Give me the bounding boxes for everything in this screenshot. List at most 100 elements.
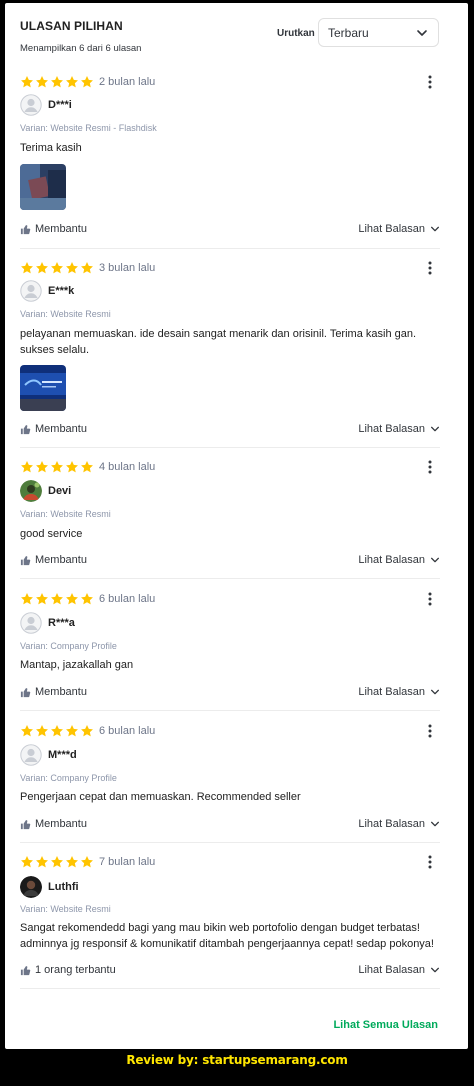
helpful-button[interactable]: Membantu	[20, 423, 87, 435]
review-text: Mantap, jazakallah gan	[20, 659, 134, 671]
helpful-label: Membantu	[35, 223, 87, 235]
more-options-icon[interactable]	[422, 591, 438, 607]
review-item: 2 bulan lalu D***i Varian: Website Resmi…	[20, 74, 440, 249]
see-all-reviews-link[interactable]: Lihat Semua Ulasan	[333, 1019, 438, 1031]
helpful-button[interactable]: Membantu	[20, 554, 87, 566]
see-replies-button[interactable]: Lihat Balasan	[358, 964, 440, 976]
review-text: pelayanan memuaskan. ide desain sangat m…	[20, 327, 435, 358]
star-icon	[35, 855, 49, 869]
star-icon	[35, 75, 49, 89]
review-panel: ULASAN PILIHAN Menampilkan 6 dari 6 ulas…	[5, 3, 468, 1049]
star-icon	[50, 855, 64, 869]
rating-row: 6 bulan lalu	[20, 723, 155, 739]
star-icon	[20, 592, 34, 606]
reviewer-name: Luthfi	[48, 881, 79, 893]
star-icon	[80, 460, 94, 474]
reviewer-name: D***i	[48, 99, 72, 111]
divider	[20, 988, 440, 989]
reviewer: M***d	[20, 744, 77, 766]
see-replies-label: Lihat Balasan	[358, 423, 425, 435]
reviewer: R***a	[20, 612, 75, 634]
review-text: Terima kasih	[20, 142, 82, 154]
see-replies-button[interactable]: Lihat Balasan	[358, 818, 440, 830]
review-text: Sangat rekomendedd bagi yang mau bikin w…	[20, 921, 435, 952]
thumbs-up-icon	[20, 965, 31, 976]
more-options-icon[interactable]	[422, 260, 438, 276]
star-icon	[80, 75, 94, 89]
see-replies-button[interactable]: Lihat Balasan	[358, 223, 440, 235]
star-icon	[50, 261, 64, 275]
divider	[20, 578, 440, 579]
thumbs-up-icon	[20, 555, 31, 566]
star-rating	[20, 261, 94, 275]
review-time: 6 bulan lalu	[99, 593, 156, 605]
more-options-icon[interactable]	[422, 723, 438, 739]
helpful-button[interactable]: Membantu	[20, 223, 87, 235]
review-item: 4 bulan lalu Devi Varian: Website Resmi …	[20, 459, 440, 579]
see-replies-button[interactable]: Lihat Balasan	[358, 423, 440, 435]
avatar	[20, 480, 42, 502]
star-icon	[20, 855, 34, 869]
star-icon	[20, 261, 34, 275]
more-options-icon[interactable]	[422, 74, 438, 90]
see-replies-button[interactable]: Lihat Balasan	[358, 554, 440, 566]
review-time: 4 bulan lalu	[99, 461, 156, 473]
see-replies-label: Lihat Balasan	[358, 818, 425, 830]
variant-text: Varian: Company Profile	[20, 641, 117, 651]
chevron-down-icon	[430, 424, 440, 434]
star-icon	[50, 592, 64, 606]
helpful-button[interactable]: Membantu	[20, 686, 87, 698]
variant-text: Varian: Website Resmi	[20, 509, 111, 519]
star-rating	[20, 592, 94, 606]
reviewer: D***i	[20, 94, 72, 116]
review-item: 6 bulan lalu R***a Varian: Company Profi…	[20, 591, 440, 711]
review-time: 2 bulan lalu	[99, 76, 156, 88]
star-icon	[50, 460, 64, 474]
star-rating	[20, 855, 94, 869]
sort-dropdown[interactable]: Terbaru	[318, 18, 439, 47]
chevron-down-icon	[430, 555, 440, 565]
review-item: 6 bulan lalu M***d Varian: Company Profi…	[20, 723, 440, 843]
thumbs-up-icon	[20, 687, 31, 698]
avatar-placeholder-icon	[20, 612, 42, 634]
review-header: ULASAN PILIHAN Menampilkan 6 dari 6 ulas…	[20, 17, 440, 59]
more-options-icon[interactable]	[422, 459, 438, 475]
helpful-button[interactable]: 1 orang terbantu	[20, 964, 116, 976]
review-photo[interactable]	[20, 365, 66, 411]
review-item: 7 bulan lalu Luthfi Varian: Website Resm…	[20, 854, 440, 989]
helpful-label: Membantu	[35, 554, 87, 566]
star-icon	[35, 261, 49, 275]
variant-text: Varian: Website Resmi	[20, 309, 111, 319]
see-replies-label: Lihat Balasan	[358, 223, 425, 235]
reviewer-name: M***d	[48, 749, 77, 761]
reviewer-name: R***a	[48, 617, 75, 629]
star-rating	[20, 724, 94, 738]
star-icon	[50, 724, 64, 738]
review-text-line: sukses selalu.	[20, 343, 90, 356]
star-icon	[20, 724, 34, 738]
star-icon	[65, 460, 79, 474]
see-replies-label: Lihat Balasan	[358, 554, 425, 566]
thumbs-up-icon	[20, 819, 31, 830]
variant-text: Varian: Company Profile	[20, 773, 117, 783]
divider	[20, 710, 440, 711]
helpful-label: 1 orang terbantu	[35, 964, 116, 976]
rating-row: 7 bulan lalu	[20, 854, 155, 870]
helpful-label: Membantu	[35, 423, 87, 435]
review-text: good service	[20, 528, 83, 540]
see-replies-label: Lihat Balasan	[358, 686, 425, 698]
helpful-button[interactable]: Membantu	[20, 818, 87, 830]
see-replies-button[interactable]: Lihat Balasan	[358, 686, 440, 698]
rating-row: 2 bulan lalu	[20, 74, 155, 90]
review-photo[interactable]	[20, 164, 66, 210]
reviewer-name: E***k	[48, 285, 75, 297]
divider	[20, 248, 440, 249]
star-icon	[50, 75, 64, 89]
more-options-icon[interactable]	[422, 854, 438, 870]
rating-row: 6 bulan lalu	[20, 591, 155, 607]
divider	[20, 842, 440, 843]
star-icon	[80, 855, 94, 869]
sort-label: Urutkan	[277, 28, 315, 39]
star-icon	[80, 592, 94, 606]
chevron-down-icon	[430, 224, 440, 234]
